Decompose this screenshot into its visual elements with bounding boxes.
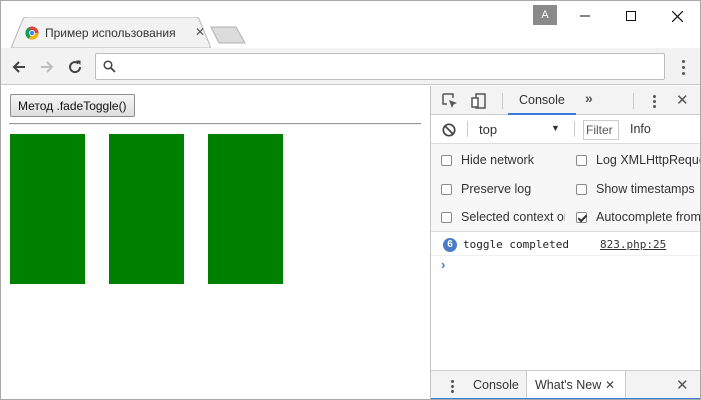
menu-dot — [681, 65, 685, 69]
search-icon — [103, 60, 116, 73]
devtools-kebab-menu-icon[interactable] — [650, 93, 658, 109]
filter-separator — [467, 121, 468, 137]
tab-close-icon[interactable]: ✕ — [193, 25, 207, 39]
menu-dot — [681, 59, 685, 63]
reload-button[interactable] — [63, 55, 87, 79]
green-box-1 — [10, 134, 85, 284]
autocomplete-label: Autocomplete from history — [596, 210, 701, 224]
console-filter-input[interactable] — [583, 120, 619, 140]
hide-network-label: Hide network — [461, 153, 534, 167]
menu-dot — [450, 384, 454, 388]
address-bar[interactable] — [95, 53, 665, 80]
drawer-tab-console[interactable]: Console — [465, 371, 527, 399]
address-input[interactable] — [122, 58, 652, 76]
hide-network-option[interactable]: Hide network — [441, 152, 571, 168]
horizontal-rule — [9, 123, 421, 125]
drawer-tab-whats-new-label: What's New — [535, 378, 602, 392]
clear-console-icon[interactable] — [442, 123, 456, 137]
autocomplete-checkbox[interactable] — [576, 211, 587, 223]
fade-toggle-button[interactable]: Метод .fadeToggle() — [10, 94, 135, 117]
filter-separator — [574, 121, 575, 137]
device-mode-icon — [471, 93, 486, 109]
devtools-close-icon[interactable]: ✕ — [676, 91, 689, 109]
devtools-tabbar: Console » ✕ — [431, 86, 700, 115]
log-xhr-checkbox[interactable] — [576, 154, 587, 166]
green-box-3 — [208, 134, 283, 284]
show-timestamps-option[interactable]: Show timestamps — [576, 181, 700, 197]
selected-context-checkbox[interactable] — [441, 211, 452, 223]
green-box-2 — [109, 134, 184, 284]
devtools-panel: Console » ✕ top ▼ Info — [430, 86, 701, 399]
show-timestamps-checkbox[interactable] — [576, 183, 587, 195]
minimize-button[interactable] — [562, 1, 608, 31]
hide-network-checkbox[interactable] — [441, 154, 452, 166]
back-button[interactable] — [7, 55, 31, 79]
drawer-close-icon[interactable]: ✕ — [676, 376, 689, 394]
minimize-icon — [580, 15, 590, 17]
page-viewport: Метод .fadeToggle() — [1, 86, 430, 399]
menu-dot — [450, 379, 454, 383]
autocomplete-option[interactable]: Autocomplete from history — [576, 209, 701, 225]
log-xhr-label: Log XMLHttpRequests — [596, 153, 700, 167]
browser-tab[interactable]: Пример использования ✕ — [11, 17, 211, 48]
tab-console[interactable]: Console — [508, 86, 576, 115]
device-toolbar-button[interactable] — [469, 91, 489, 111]
kebab-menu-icon[interactable] — [675, 57, 691, 77]
console-settings-pane: Hide network Preserve log Selected conte… — [431, 144, 701, 232]
forward-button[interactable] — [35, 55, 59, 79]
profile-badge[interactable]: A — [533, 5, 557, 25]
devtools-drawer-tabbar: Console What's New ✕ ✕ — [431, 370, 700, 399]
menu-dot — [652, 104, 656, 108]
new-tab-button[interactable] — [210, 26, 246, 44]
close-window-button[interactable] — [654, 1, 700, 31]
chrome-favicon-icon — [25, 26, 39, 40]
console-filter-bar: top ▼ Info — [431, 115, 700, 144]
selected-context-option[interactable]: Selected context only — [441, 209, 565, 225]
preserve-log-option[interactable]: Preserve log — [441, 181, 571, 197]
inspect-element-button[interactable] — [440, 91, 460, 111]
drawer-kebab-menu-icon[interactable] — [448, 378, 456, 394]
toolbar-separator — [502, 93, 503, 109]
dropdown-arrow-icon[interactable]: ▼ — [551, 123, 560, 133]
arrow-left-icon — [12, 61, 25, 73]
reload-icon — [69, 60, 82, 74]
tab-title: Пример использования — [45, 26, 176, 40]
preserve-log-checkbox[interactable] — [441, 183, 452, 195]
preserve-log-label: Preserve log — [461, 182, 532, 196]
repeat-count-badge: 6 — [443, 238, 457, 252]
browser-window: Пример использования ✕ A Метод .fadeTogg… — [0, 0, 701, 400]
arrow-right-icon — [41, 61, 54, 73]
toolbar-separator — [633, 93, 634, 109]
menu-dot — [681, 71, 685, 75]
selected-context-label: Selected context only — [461, 210, 565, 224]
maximize-icon — [626, 11, 636, 21]
log-xhr-option[interactable]: Log XMLHttpRequests — [576, 152, 700, 168]
menu-dot — [652, 99, 656, 103]
close-icon — [671, 10, 683, 22]
console-message-text: toggle completed — [463, 238, 569, 251]
console-prompt-chevron-icon[interactable]: › — [441, 257, 445, 272]
inspect-cursor-icon — [442, 93, 457, 108]
maximize-button[interactable] — [608, 1, 654, 31]
drawer-tab-close-icon[interactable]: ✕ — [605, 378, 615, 392]
more-tabs-chevron-icon[interactable]: » — [585, 90, 593, 106]
browser-toolbar — [1, 48, 700, 85]
menu-dot — [652, 94, 656, 98]
log-level-selector[interactable]: Info — [630, 122, 651, 136]
title-bar: Пример использования ✕ A — [1, 1, 700, 48]
console-message-source-link[interactable]: 823.php:25 — [600, 238, 666, 251]
menu-dot — [450, 389, 454, 393]
show-timestamps-label: Show timestamps — [596, 182, 695, 196]
console-message: 6 toggle completed 823.php:25 — [431, 234, 700, 256]
